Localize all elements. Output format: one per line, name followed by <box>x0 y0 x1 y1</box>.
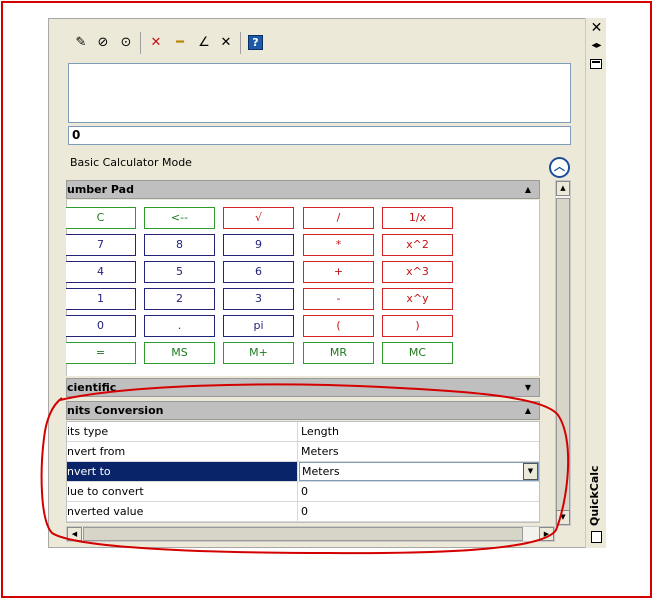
mode-label: Basic Calculator Mode <box>70 156 192 169</box>
history-area[interactable] <box>68 63 571 123</box>
key-0[interactable]: 0 <box>66 315 136 337</box>
key-mul[interactable]: * <box>303 234 374 256</box>
collapse-section-icon[interactable]: ▲ <box>525 181 531 198</box>
vertical-scroll-thumb[interactable] <box>556 198 570 514</box>
prop-row-value-to-convert[interactable]: lue to convert 0 <box>67 482 539 502</box>
toolbar-separator <box>140 32 141 54</box>
key-mc[interactable]: MC <box>382 342 453 364</box>
key-3[interactable]: 3 <box>223 288 294 310</box>
key-minus[interactable]: - <box>303 288 374 310</box>
number-pad: C <-- √ / 1/x 7 8 9 * x^2 4 5 6 + x^3 1 2 3- x^y 0. pi () = MS M… <box>66 200 540 376</box>
key-2[interactable]: 2 <box>144 288 215 310</box>
key-1divx[interactable]: 1/x <box>382 207 453 229</box>
palette-menu-icon[interactable] <box>591 531 602 543</box>
prop-value[interactable]: Meters <box>299 442 539 461</box>
vertical-scrollbar[interactable]: ▲ ▼ <box>555 180 571 526</box>
units-conversion-grid: its type Length nvert from Meters nvert … <box>66 421 540 523</box>
clear-icon[interactable]: ✎ <box>72 34 90 52</box>
prop-name: nvert to <box>67 462 298 481</box>
key-c[interactable]: C <box>66 207 136 229</box>
key-7[interactable]: 7 <box>66 234 136 256</box>
palette-title-text: QuickCalc <box>588 465 601 526</box>
number-pad-header[interactable]: umber Pad ▲ <box>66 180 540 199</box>
prop-name: lue to convert <box>67 482 298 501</box>
prop-row-units-type[interactable]: its type Length <box>67 422 539 442</box>
close-icon[interactable]: ✕ <box>586 20 607 36</box>
key-dot[interactable]: . <box>144 315 215 337</box>
intersection-icon[interactable]: ✕ <box>217 34 235 52</box>
prop-value[interactable]: 0 <box>299 482 539 501</box>
expand-section-icon[interactable]: ▼ <box>525 379 531 396</box>
distance-icon[interactable]: ━ <box>171 34 189 52</box>
collapse-section-icon[interactable]: ▲ <box>525 402 531 419</box>
number-pad-header-label: umber Pad <box>67 183 134 196</box>
scroll-right-icon[interactable]: ▶ <box>539 527 554 541</box>
convert-to-dropdown[interactable]: Meters ▼ <box>299 462 539 481</box>
key-plus[interactable]: + <box>303 261 374 283</box>
units-conversion-header[interactable]: nits Conversion ▲ <box>66 401 540 420</box>
prop-value: 0 <box>301 505 308 518</box>
scroll-down-icon[interactable]: ▼ <box>556 510 570 525</box>
key-9[interactable]: 9 <box>223 234 294 256</box>
key-equals[interactable]: = <box>66 342 136 364</box>
angle-icon[interactable]: ∠ <box>195 34 213 52</box>
key-5[interactable]: 5 <box>144 261 215 283</box>
key-pi[interactable]: pi <box>223 315 294 337</box>
help-icon[interactable]: ? <box>248 35 263 50</box>
get-coordinates-icon[interactable]: ✕ <box>147 34 165 52</box>
key-ms[interactable]: MS <box>144 342 215 364</box>
input-box[interactable]: 0 <box>68 126 571 145</box>
dropdown-value: Meters <box>302 465 340 478</box>
palette-title: QuickCalc <box>584 465 608 530</box>
key-sqrt[interactable]: √ <box>223 207 294 229</box>
key-8[interactable]: 8 <box>144 234 215 256</box>
key-xpow3[interactable]: x^3 <box>382 261 453 283</box>
key-mplus[interactable]: M+ <box>223 342 294 364</box>
prop-name: its type <box>67 422 298 441</box>
horizontal-scrollbar[interactable]: ◀ ▶ <box>66 526 555 542</box>
toolbar-separator <box>240 32 241 54</box>
clear-history-icon[interactable]: ⊘ <box>94 34 112 52</box>
scroll-left-icon[interactable]: ◀ <box>67 527 82 541</box>
key-div[interactable]: / <box>303 207 374 229</box>
prop-row-convert-from[interactable]: nvert from Meters <box>67 442 539 462</box>
calculator-content: umber Pad ▲ C <-- √ / 1/x 7 8 9 * x^2 4 5 6 + x^3 1 2 3- x… <box>66 180 555 525</box>
key-mr[interactable]: MR <box>303 342 374 364</box>
prop-row-converted-value[interactable]: nverted value 0 <box>67 502 539 522</box>
prop-value[interactable]: Length <box>299 422 539 441</box>
collapse-chevron-icon[interactable]: ︿ <box>549 157 570 178</box>
paste-value-icon[interactable]: ⊙ <box>117 34 135 52</box>
key-xpow2[interactable]: x^2 <box>382 234 453 256</box>
dropdown-arrow-icon[interactable]: ▼ <box>523 463 538 480</box>
key-backminusminus[interactable]: <-- <box>144 207 215 229</box>
key-1[interactable]: 1 <box>66 288 136 310</box>
key-lparen[interactable]: ( <box>303 315 374 337</box>
scientific-header-label: cientific <box>67 381 117 394</box>
key-6[interactable]: 6 <box>223 261 294 283</box>
scroll-up-icon[interactable]: ▲ <box>556 181 570 196</box>
prop-name: nverted value <box>67 502 298 521</box>
key-xpowy[interactable]: x^y <box>382 288 453 310</box>
key-4[interactable]: 4 <box>66 261 136 283</box>
auto-hide-icon[interactable]: ◂▸ <box>586 40 607 51</box>
prop-name: nvert from <box>67 442 298 461</box>
prop-row-convert-to[interactable]: nvert to Meters ▼ <box>67 462 539 482</box>
units-conversion-header-label: nits Conversion <box>67 404 164 417</box>
scientific-header[interactable]: cientific ▼ <box>66 378 540 397</box>
horizontal-scroll-thumb[interactable] <box>83 527 523 541</box>
key-rparen[interactable]: ) <box>382 315 453 337</box>
properties-icon[interactable] <box>590 59 602 69</box>
